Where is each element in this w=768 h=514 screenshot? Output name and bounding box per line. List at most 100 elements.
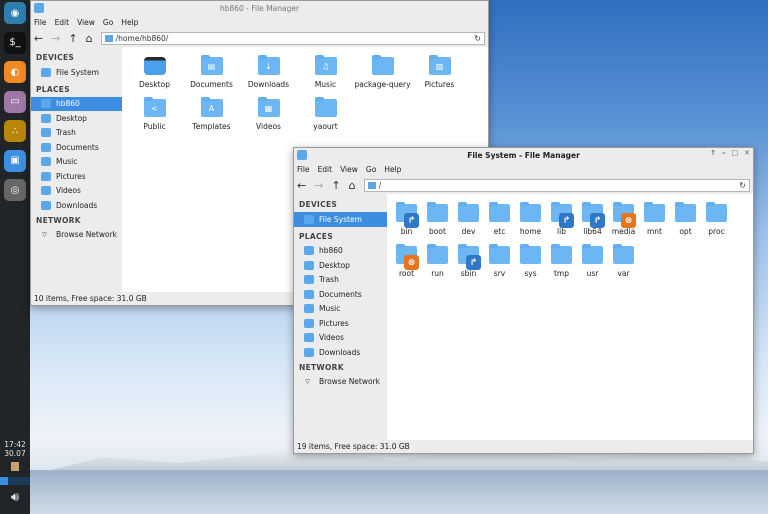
file-item-Templates[interactable]: A Templates [183,95,240,137]
firefox-icon[interactable]: ◐ [4,61,26,83]
reload-icon[interactable]: ↻ [474,34,481,43]
menu-file[interactable]: File [34,18,47,27]
app-launcher-icon[interactable]: ◉ [4,2,26,24]
file-item-Pictures[interactable]: ▨ Pictures [411,53,468,95]
file-item-dev[interactable]: dev [453,200,484,242]
sidebar-item-hb860[interactable]: hb860 [31,96,122,111]
file-item-var[interactable]: var [608,242,639,284]
file-item-media[interactable]: ⊗ media [608,200,639,242]
file-item-Videos[interactable]: ▦ Videos [240,95,297,137]
sidebar-item-music[interactable]: Music [31,155,122,170]
file-item-sbin[interactable]: ↱ sbin [453,242,484,284]
up-button[interactable]: ↑ [68,32,77,45]
window-icon[interactable] [297,150,307,160]
terminal-icon[interactable]: $_ [4,31,26,54]
file-item-boot[interactable]: boot [422,200,453,242]
up-button[interactable]: ↑ [331,179,340,192]
sidebar-item-downloads[interactable]: Downloads [294,345,387,360]
sidebar-item-file-system[interactable]: File System [31,65,122,80]
menu-help[interactable]: Help [384,165,401,174]
file-item-tmp[interactable]: tmp [546,242,577,284]
maximize-button[interactable]: □ [732,149,739,157]
file-item-srv[interactable]: srv [484,242,515,284]
sidebar-item-hb860[interactable]: hb860 [294,244,387,259]
back-button[interactable]: ← [34,32,43,45]
close-button[interactable]: ✕ [744,149,750,157]
sidebar-item-file-system[interactable]: File System [294,212,387,227]
sidebar-item-browse-network[interactable]: ⌔ Browse Network [31,228,122,243]
menu-help[interactable]: Help [121,18,138,27]
sidebar-item-trash[interactable]: Trash [294,273,387,288]
location-bar[interactable]: /home/hb860/ ↻ [100,31,485,45]
home-button[interactable]: ⌂ [349,179,356,192]
title-bar[interactable]: File System - File Manager ↑ – □ ✕ [294,148,753,162]
reload-icon[interactable]: ↻ [739,181,746,190]
sidebar-item-documents[interactable]: Documents [31,140,122,155]
file-item-opt[interactable]: opt [670,200,701,242]
location-path[interactable]: /home/hb860/ [116,34,169,43]
disk-icon[interactable]: ◎ [4,179,26,201]
file-item-Public[interactable]: < Public [126,95,183,137]
file-item-mnt[interactable]: mnt [639,200,670,242]
menu-edit[interactable]: Edit [55,18,70,27]
file-item-root[interactable]: ⊗ root [391,242,422,284]
window-icon[interactable] [34,3,44,13]
file-view[interactable]: ↱ bin boot dev etc home ↱ lib ↱ lib64 ⊗ media mnt opt… [387,194,753,440]
folder-tab [257,97,268,101]
workspace-switcher[interactable] [0,477,30,485]
file-item-bin[interactable]: ↱ bin [391,200,422,242]
folder-body [644,204,665,222]
sidebar-item-videos[interactable]: Videos [31,184,122,199]
title-bar[interactable]: hb860 - File Manager [31,1,488,15]
menu-bar: File Edit View Go Help [294,162,753,176]
file-item-etc[interactable]: etc [484,200,515,242]
file-item-Desktop[interactable]: Desktop [126,53,183,95]
file-item-lib[interactable]: ↱ lib [546,200,577,242]
sidebar-item-videos[interactable]: Videos [294,331,387,346]
file-item-usr[interactable]: usr [577,242,608,284]
back-button[interactable]: ← [297,179,306,192]
file-item-label: usr [586,269,599,278]
sidebar-item-downloads[interactable]: Downloads [31,198,122,213]
file-item-home[interactable]: home [515,200,546,242]
location-bar[interactable]: / ↻ [363,178,750,192]
file-item-sys[interactable]: sys [515,242,546,284]
app-icon[interactable]: ∴ [4,120,26,142]
minimize-button[interactable]: – [722,149,726,157]
dock-panel: 17:42 30.07 🔊︎ ◉ $_ ◐ ▭ ∴ ▣ ◎ [0,0,30,514]
home-button[interactable]: ⌂ [86,32,93,45]
forward-button[interactable]: → [51,32,60,45]
file-item-Downloads[interactable]: ↓ Downloads [240,53,297,95]
sidebar-item-documents[interactable]: Documents [294,287,387,302]
files-icon[interactable]: ▭ [4,90,26,113]
file-item-yaourt[interactable]: yaourt [297,95,354,137]
file-manager-icon[interactable]: ▣ [4,149,26,172]
sidebar-item-music[interactable]: Music [294,302,387,317]
menu-view[interactable]: View [77,18,95,27]
menu-file[interactable]: File [297,165,310,174]
sidebar-item-desktop[interactable]: Desktop [294,258,387,273]
sidebar-item-pictures[interactable]: Pictures [294,316,387,331]
sidebar-item-trash[interactable]: Trash [31,126,122,141]
file-item-Documents[interactable]: ▤ Documents [183,53,240,95]
volume-icon[interactable]: 🔊︎ [0,491,30,504]
location-path[interactable]: / [379,181,382,190]
forward-button[interactable]: → [314,179,323,192]
file-item-Music[interactable]: ♫ Music [297,53,354,95]
menu-go[interactable]: Go [103,18,113,27]
file-item-proc[interactable]: proc [701,200,732,242]
clipboard-icon[interactable] [11,462,19,471]
file-item-run[interactable]: run [422,242,453,284]
keep-above-button[interactable]: ↑ [710,149,716,157]
menu-go[interactable]: Go [366,165,376,174]
sidebar-item-desktop[interactable]: Desktop [31,111,122,126]
folder-icon: ↱ [582,202,605,228]
clock[interactable]: 17:42 30.07 🔊︎ [0,440,30,504]
menu-edit[interactable]: Edit [318,165,333,174]
sidebar-item-label: Browse Network [56,230,118,240]
file-item-package-query[interactable]: package-query [354,53,411,95]
sidebar-item-browse-network[interactable]: ⌔ Browse Network [294,375,387,390]
file-item-lib64[interactable]: ↱ lib64 [577,200,608,242]
menu-view[interactable]: View [340,165,358,174]
sidebar-item-pictures[interactable]: Pictures [31,169,122,184]
